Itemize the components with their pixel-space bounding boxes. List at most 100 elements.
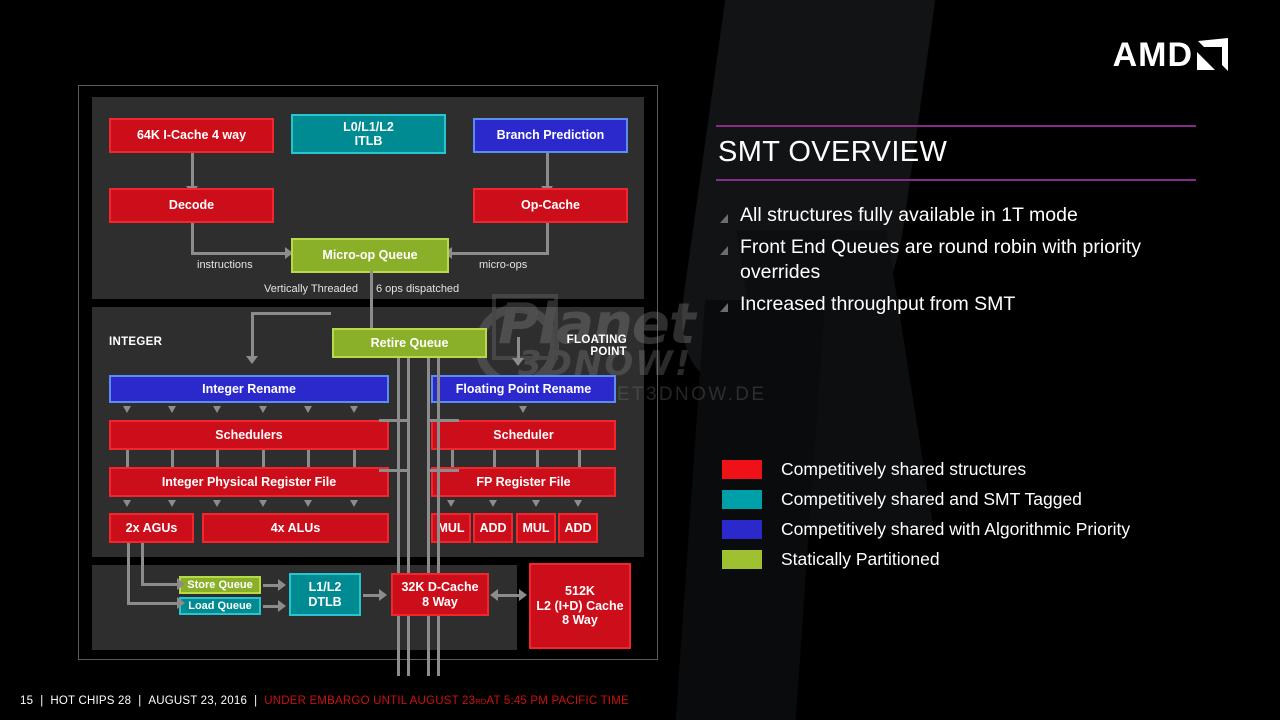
bullet-item: Increased throughput from SMT	[716, 292, 1186, 318]
color-legend: Competitively shared structures Competit…	[722, 459, 1130, 579]
conn-fpsched-regfile-3	[536, 450, 539, 467]
legend-row: Competitively shared with Algorithmic Pr…	[722, 519, 1130, 540]
bullet-text: Front End Queues are round robin with pr…	[740, 235, 1142, 284]
conn-retire-to-int-rename	[251, 312, 254, 360]
arrow-dcache-to-l2	[519, 589, 527, 601]
block-agus: 2x AGUs	[109, 513, 194, 543]
block-alus: 4x ALUs	[202, 513, 389, 543]
footer-event: HOT CHIPS 28	[50, 695, 132, 707]
arrow-prf-exec-1	[123, 500, 131, 507]
block-microop-queue: Micro-op Queue	[291, 238, 449, 273]
block-branch-prediction: Branch Prediction	[473, 118, 628, 153]
conn-int-prf-bus	[379, 469, 409, 472]
conn-retire-left-branch	[251, 312, 331, 315]
amd-arrow-icon	[1195, 38, 1228, 71]
title-rule-bottom	[716, 179, 1196, 181]
arrow-prf-exec-4	[259, 500, 267, 507]
conn-opcache-to-uopq	[451, 252, 549, 255]
conn-agu-load-h	[127, 602, 182, 605]
block-dtlb: L1/L2 DTLB	[289, 573, 361, 616]
conn-agu-store-v	[141, 543, 144, 586]
arrow-intrename-sched-3	[213, 406, 221, 413]
amd-logo-text: AMD	[1112, 36, 1193, 74]
legend-label: Competitively shared with Algorithmic Pr…	[781, 519, 1131, 539]
legend-row: Competitively shared and SMT Tagged	[722, 489, 1130, 510]
conn-sched-prf-1	[126, 450, 129, 467]
footer-embargo-pre: UNDER EMBARGO UNTIL AUGUST 23	[264, 695, 476, 707]
footer-bar: 15 | HOT CHIPS 28 | AUGUST 23, 2016 | UN…	[20, 695, 629, 707]
conn-fpsched-regfile-1	[451, 450, 454, 467]
arrow-dtlb-to-dcache	[379, 589, 387, 601]
legend-swatch-teal	[722, 490, 762, 509]
arrow-l2-to-dcache	[490, 589, 498, 601]
bullet-triangle-icon	[720, 303, 728, 313]
arrow-retire-to-fp-rename	[512, 358, 524, 366]
arrow-intrename-sched-5	[304, 406, 312, 413]
conn-agu-store-h	[141, 583, 182, 586]
footer-embargo-post: AT 5:45 PM PACIFIC TIME	[486, 695, 629, 707]
block-fp-scheduler: Scheduler	[431, 420, 616, 450]
block-icache: 64K I-Cache 4 way	[109, 118, 274, 153]
arrow-prf-exec-3	[213, 500, 221, 507]
background-shape-a	[672, 0, 938, 384]
block-load-queue: Load Queue	[179, 597, 261, 615]
bullet-item: Front End Queues are round robin with pr…	[716, 235, 1186, 286]
conn-int-sched-bus	[379, 419, 409, 422]
arrow-fpregfile-unit-3	[532, 500, 540, 507]
block-decode: Decode	[109, 188, 274, 223]
block-dcache: 32K D-Cache 8 Way	[391, 573, 489, 616]
bullet-text: All structures fully available in 1T mod…	[740, 204, 1078, 226]
conn-fpsched-regfile-2	[493, 450, 496, 467]
label-vertically-threaded: Vertically Threaded	[264, 283, 358, 295]
arrow-fpregfile-unit-2	[489, 500, 497, 507]
conn-decode-down	[191, 223, 194, 255]
arrow-intrename-sched-2	[168, 406, 176, 413]
footer-embargo-ordinal: RD	[475, 697, 487, 706]
legend-row: Statically Partitioned	[722, 549, 1130, 570]
arrow-prf-exec-6	[350, 500, 358, 507]
footer-date: AUGUST 23, 2016	[148, 695, 248, 707]
slide-root: AMD 64K I-Cache 4 way L0/L1/L2 ITLB Bran…	[0, 0, 1280, 720]
label-ops-dispatched: 6 ops dispatched	[376, 283, 460, 295]
bullet-text: Increased throughput from SMT	[740, 293, 1016, 316]
arrow-intrename-sched-6	[350, 406, 358, 413]
bullet-item: All structures fully available in 1T mod…	[716, 203, 1186, 229]
footer-separator-2: |	[138, 695, 142, 707]
arrow-fpregfile-unit-1	[447, 500, 455, 507]
page-title: SMT OVERVIEW	[718, 136, 948, 168]
arrow-fpregfile-unit-4	[574, 500, 582, 507]
smt-block-diagram: 64K I-Cache 4 way L0/L1/L2 ITLB Branch P…	[78, 85, 658, 676]
block-fp-rename: Floating Point Rename	[431, 375, 616, 403]
block-op-cache: Op-Cache	[473, 188, 628, 223]
conn-sched-prf-6	[353, 450, 356, 467]
block-fp-unit-3: ADD	[558, 513, 598, 543]
legend-swatch-red	[722, 460, 762, 479]
conn-fp-sched-bus	[427, 419, 459, 422]
conn-retire-vert-2	[407, 339, 410, 676]
arrow-fprename-to-sched	[519, 406, 527, 413]
amd-logo: AMD	[1113, 38, 1228, 72]
conn-retire-vert-1	[397, 339, 400, 676]
conn-sched-prf-2	[171, 450, 174, 467]
conn-sched-prf-5	[307, 450, 310, 467]
conn-decode-to-uopq	[191, 252, 291, 255]
title-block: SMT OVERVIEW	[716, 125, 1196, 181]
bullet-triangle-icon	[720, 214, 728, 223]
block-store-queue: Store Queue	[179, 576, 261, 594]
block-integer-schedulers: Schedulers	[109, 420, 389, 450]
conn-sched-prf-3	[216, 450, 219, 467]
conn-retire-vert-3	[427, 339, 430, 676]
bullet-list: All structures fully available in 1T mod…	[716, 203, 1186, 324]
footer-separator-3: |	[254, 695, 258, 707]
block-l2-cache: 512K L2 (I+D) Cache 8 Way	[529, 563, 631, 649]
footer-page-number: 15	[20, 695, 34, 707]
conn-sched-prf-4	[262, 450, 265, 467]
label-integer-section: INTEGER	[109, 336, 163, 348]
conn-agu-load-v	[127, 543, 130, 605]
conn-opcache-down	[546, 223, 549, 255]
block-integer-rename: Integer Rename	[109, 375, 389, 403]
legend-label: Statically Partitioned	[781, 549, 940, 569]
arrow-storeq-to-dtlb	[278, 579, 286, 591]
label-instructions: instructions	[197, 259, 253, 271]
legend-label: Competitively shared and SMT Tagged	[781, 489, 1082, 509]
